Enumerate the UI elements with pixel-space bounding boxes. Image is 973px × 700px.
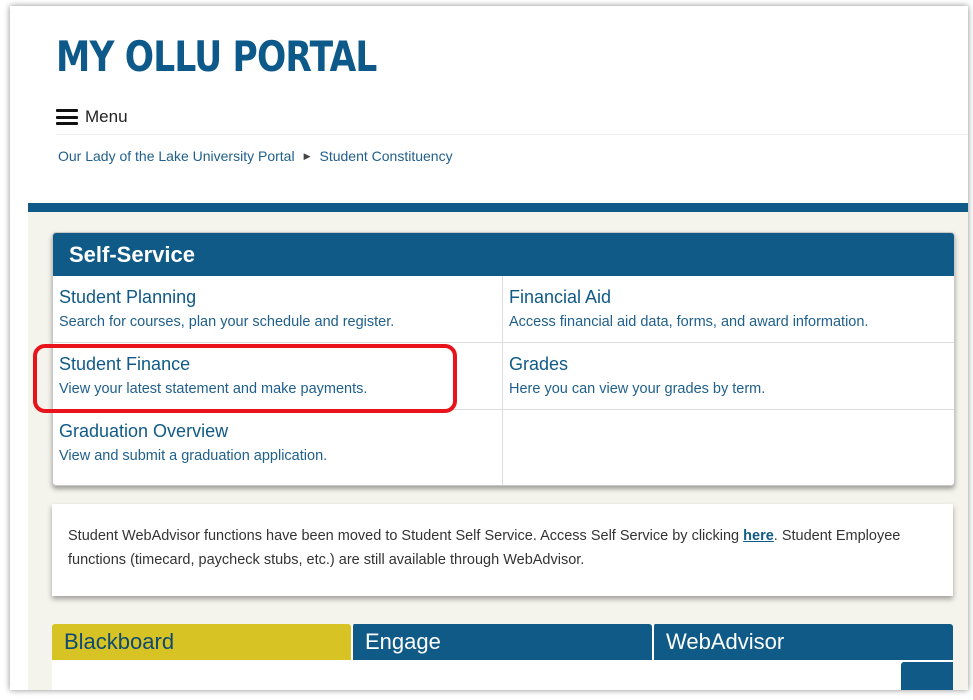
- tab-engage[interactable]: Engage: [351, 624, 652, 660]
- item-title[interactable]: Student Planning: [59, 287, 496, 308]
- item-title[interactable]: Graduation Overview: [59, 421, 496, 442]
- item-description: View and submit a graduation application…: [59, 448, 328, 464]
- item-title[interactable]: Financial Aid: [509, 287, 948, 308]
- self-service-panel: Self-Service Student Planning Search for…: [52, 232, 955, 486]
- webadvisor-notice: Student WebAdvisor functions have been m…: [52, 504, 953, 596]
- tab-blackboard[interactable]: Blackboard: [52, 624, 351, 660]
- triangle-right-icon: ▶: [303, 150, 311, 161]
- self-service-item-financial-aid[interactable]: Financial Aid Access financial aid data,…: [503, 276, 954, 343]
- browser-page: MY OLLU PORTAL Menu Our Lady of the Lake…: [10, 6, 968, 690]
- breadcrumb: Our Lady of the Lake University Portal ▶…: [58, 148, 453, 164]
- app-tabs: Blackboard Engage WebAdvisor: [52, 624, 953, 660]
- page-title: MY OLLU PORTAL: [56, 32, 377, 81]
- self-service-item-student-finance[interactable]: Student Finance View your latest stateme…: [53, 343, 503, 410]
- breadcrumb-link-portal[interactable]: Our Lady of the Lake University Portal: [58, 148, 295, 164]
- item-description: Access financial aid data, forms, and aw…: [509, 314, 869, 330]
- empty-cell: [503, 410, 954, 485]
- self-service-item-grades[interactable]: Grades Here you can view your grades by …: [503, 343, 954, 410]
- item-description: View your latest statement and make paym…: [59, 381, 368, 397]
- here-link[interactable]: here: [743, 528, 774, 544]
- tab-content: [52, 660, 953, 690]
- item-description: Search for courses, plan your schedule a…: [59, 314, 395, 330]
- item-title[interactable]: Grades: [509, 354, 948, 375]
- item-description: Here you can view your grades by term.: [509, 381, 766, 397]
- header-band: [28, 203, 968, 212]
- corner-button[interactable]: [901, 662, 953, 690]
- self-service-item-student-planning[interactable]: Student Planning Search for courses, pla…: [53, 276, 503, 343]
- menu-label: Menu: [85, 107, 128, 126]
- divider: [56, 134, 968, 135]
- self-service-grid: Student Planning Search for courses, pla…: [53, 276, 954, 485]
- hamburger-icon: [56, 109, 78, 125]
- self-service-item-graduation-overview[interactable]: Graduation Overview View and submit a gr…: [53, 410, 503, 485]
- tab-webadvisor[interactable]: WebAdvisor: [652, 624, 953, 660]
- menu-button[interactable]: Menu: [56, 107, 128, 127]
- breadcrumb-link-constituency[interactable]: Student Constituency: [319, 148, 452, 164]
- item-title[interactable]: Student Finance: [59, 354, 496, 375]
- self-service-heading: Self-Service: [53, 233, 954, 276]
- notice-text: Student WebAdvisor functions have been m…: [68, 528, 744, 544]
